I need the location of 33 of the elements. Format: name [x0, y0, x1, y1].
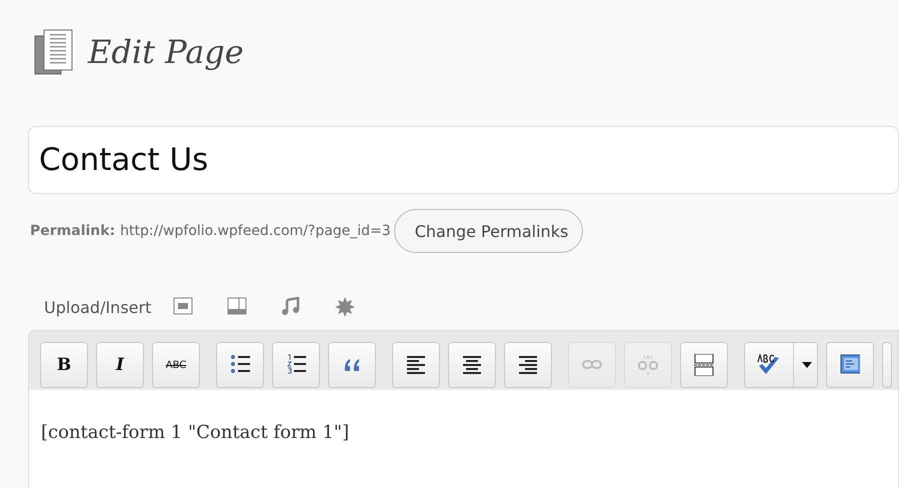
page-heading: Edit Page	[88, 33, 244, 71]
toolbar-button[interactable]	[216, 342, 264, 388]
split-button[interactable]	[744, 342, 818, 388]
upload-insert-label: Upload/Insert	[44, 298, 152, 316]
toolbar-button[interactable]	[392, 342, 440, 388]
spellcheck-icon	[757, 354, 780, 376]
page-break-icon	[694, 354, 714, 376]
format-button[interactable]: B	[40, 342, 88, 388]
format-button[interactable]: I	[96, 342, 144, 388]
bulleted-list-icon	[230, 354, 250, 376]
align-left-icon	[406, 354, 426, 376]
editor-text: [contact-form 1 "Contact form 1"]	[41, 421, 350, 443]
align-right-icon	[518, 354, 538, 376]
music-icon[interactable]	[281, 297, 302, 317]
broken-link-icon	[638, 354, 658, 376]
toolbar-button[interactable]	[504, 342, 552, 388]
toolbar-button[interactable]	[826, 342, 874, 388]
pages-icon	[34, 28, 74, 76]
toolbar-button[interactable]	[448, 342, 496, 388]
numbered-list-icon	[286, 354, 306, 376]
toolbar-button[interactable]	[272, 342, 320, 388]
align-center-icon	[462, 354, 482, 376]
change-permalinks-button[interactable]: Change Permalinks	[394, 209, 584, 253]
image-icon[interactable]	[173, 297, 194, 317]
title-field[interactable]: Contact Us	[28, 126, 899, 194]
dropdown-arrow-icon	[802, 362, 812, 368]
toolbar-button[interactable]	[680, 342, 728, 388]
permalink-url: http://wpfolio.wpfeed.com/?page_id=3	[120, 223, 391, 239]
toolbar-toggle-icon	[840, 354, 860, 376]
gallery-icon[interactable]	[227, 297, 248, 317]
permalink-label: Permalink:	[30, 223, 116, 239]
format-button[interactable]: ABC	[152, 342, 200, 388]
star-icon[interactable]	[335, 297, 356, 317]
